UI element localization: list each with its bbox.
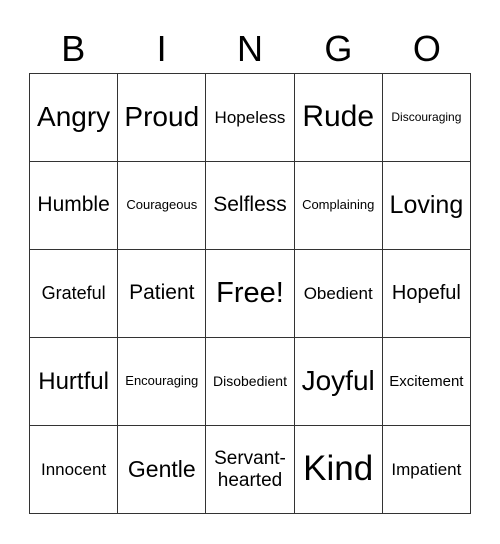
bingo-cell[interactable]: Humble [30,162,119,250]
bingo-cell[interactable]: Rude [294,74,383,162]
bingo-cell[interactable]: Gentle [118,426,207,514]
bingo-cell[interactable]: Patient [118,250,207,338]
bingo-cell[interactable]: Disobedient [206,338,295,426]
header-letter-o: O [412,28,441,69]
header-letter-n: N [237,28,264,69]
header-letter-b: B [61,28,86,69]
bingo-cell[interactable]: Proud [118,74,207,162]
bingo-header: B I N G O [29,26,471,72]
bingo-cell[interactable]: Hurtful [30,338,119,426]
bingo-cell[interactable]: Innocent [30,426,119,514]
bingo-cell[interactable]: Loving [382,162,471,250]
bingo-cell[interactable]: Hopeless [206,74,295,162]
bingo-cell[interactable]: Obedient [294,250,383,338]
bingo-cell[interactable]: Excitement [382,338,471,426]
free-space-cell[interactable]: Free! [206,250,295,338]
bingo-grid: Angry Proud Hopeless Rude Discouraging H… [29,73,471,514]
bingo-cell[interactable]: Joyful [294,338,383,426]
bingo-cell[interactable]: Courageous [118,162,207,250]
bingo-cell[interactable]: Grateful [30,250,119,338]
header-letter-g: G [324,28,353,69]
bingo-cell[interactable]: Angry [30,74,119,162]
bingo-cell[interactable]: Servant-hearted [206,426,295,514]
bingo-cell[interactable]: Encouraging [118,338,207,426]
bingo-cell[interactable]: Impatient [382,426,471,514]
header-letter-i: I [156,28,167,69]
bingo-cell[interactable]: Kind [294,426,383,514]
bingo-cell[interactable]: Hopeful [382,250,471,338]
bingo-cell[interactable]: Complaining [294,162,383,250]
bingo-cell[interactable]: Discouraging [382,74,471,162]
bingo-cell[interactable]: Selfless [206,162,295,250]
